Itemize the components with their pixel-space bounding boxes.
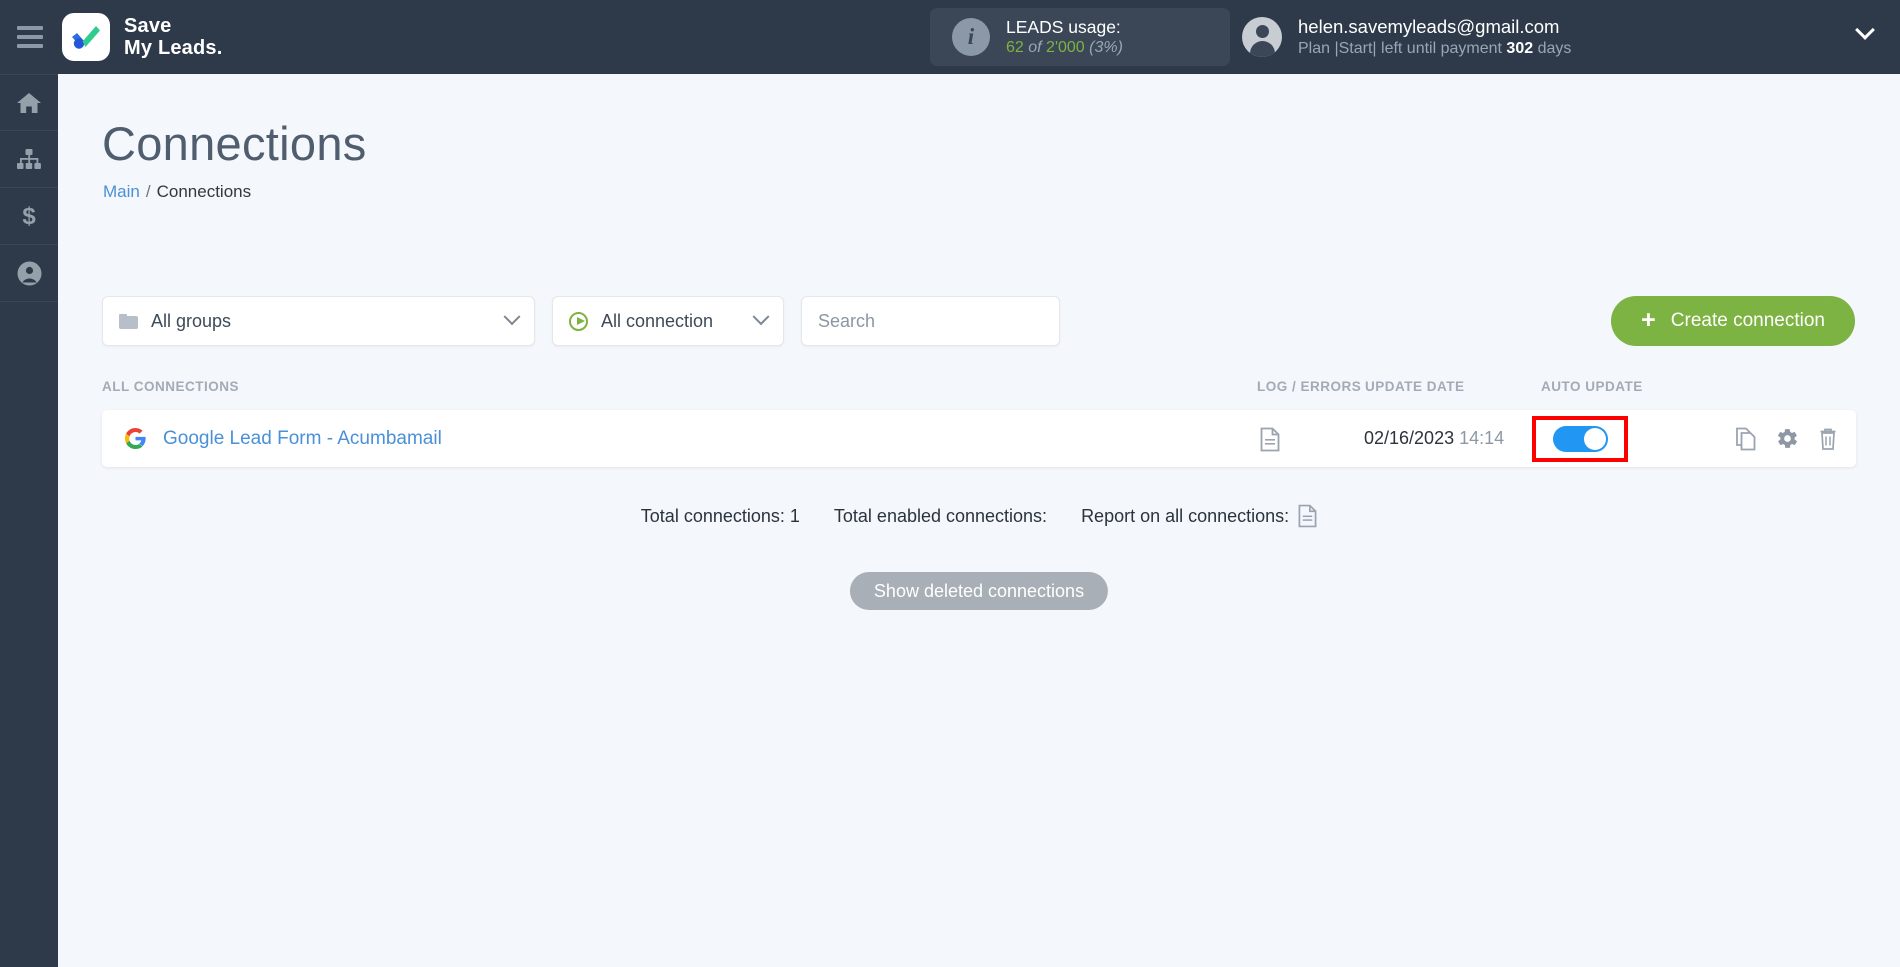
brand-logo-area[interactable]: Save My Leads. [62,13,223,61]
sidebar-item-profile[interactable] [0,245,58,302]
hamburger-menu-icon[interactable] [0,0,60,74]
breadcrumb-link-main[interactable]: Main [103,182,140,201]
connection-filter-select[interactable]: All connection [552,296,784,346]
user-circle-icon [17,261,42,286]
dollar-icon: $ [20,203,38,229]
left-sidebar: $ [0,74,58,967]
total-enabled-connections-label: Total enabled connections: [833,505,1048,526]
breadcrumb-current: Connections [156,182,252,201]
breadcrumb: Main / Connections [103,182,251,202]
hamburger-bar [17,26,43,30]
folder-icon [119,313,138,329]
play-circle-icon [569,311,588,331]
brand-name: Save My Leads. [124,15,223,60]
groups-filter-select[interactable]: All groups [102,296,535,346]
report-document-icon[interactable] [1298,504,1317,528]
leads-usage-panel[interactable]: i LEADS usage: 62 of 2'000 (3%) [930,8,1230,66]
breadcrumb-separator: / [145,182,151,201]
plus-icon: + [1641,305,1656,334]
row-update-date: 02/16/2023 14:14 [1364,428,1504,449]
totals-row: Total connections: 1 Total enabled conne… [58,504,1900,528]
leads-used: 62 [1006,38,1024,56]
account-text: helen.savemyleads@gmail.com Plan |Start|… [1298,15,1571,60]
report-on-all-connections: Report on all connections: [1081,504,1317,528]
row-date-value: 02/16/2023 [1364,428,1455,448]
show-deleted-connections-button[interactable]: Show deleted connections [849,572,1109,610]
plan-days-suffix: days [1537,39,1572,57]
trash-icon[interactable] [1818,427,1838,451]
leads-percent: (3%) [1089,38,1123,56]
gear-icon[interactable] [1776,427,1799,450]
filters-row: All groups All connection [102,296,1060,346]
table-header: ALL CONNECTIONS LOG / ERRORS UPDATE DATE… [102,379,1856,405]
user-avatar-icon [1242,17,1282,57]
brand-line-1: Save [124,14,172,37]
savemyleads-logo-icon [62,13,110,61]
create-connection-button[interactable]: + Create connection [1611,296,1855,346]
create-connection-label: Create connection [1670,310,1825,331]
row-actions [1735,410,1838,467]
report-label: Report on all connections: [1081,505,1290,526]
column-header-log-errors: LOG / ERRORS [1257,379,1362,394]
sidebar-item-connections[interactable] [0,131,58,188]
main-content: Connections Main / Connections All groups … [58,74,1900,967]
chevron-down-icon [503,308,521,326]
groups-filter-value: All groups [151,310,232,331]
search-input[interactable] [801,296,1060,346]
page-title: Connections [102,117,367,170]
leads-usage-values: 62 of 2'000 (3%) [1006,38,1123,58]
column-header-all-connections: ALL CONNECTIONS [102,379,240,394]
home-icon [16,91,42,115]
top-header-bar: Save My Leads. i LEADS usage: 62 of 2'00… [0,0,1900,74]
hamburger-bar [17,44,43,48]
sidebar-item-home[interactable] [0,74,58,131]
row-log-document-icon[interactable] [1260,427,1280,457]
connection-filter-value: All connection [601,310,714,331]
leads-of-word: of [1028,38,1042,56]
chevron-down-icon [752,308,770,326]
leads-total: 2'000 [1046,38,1085,56]
account-plan-info: Plan |Start| left until payment 302 days [1298,39,1571,60]
google-icon [124,427,147,450]
brand-line-2: My Leads. [124,37,223,59]
sitemap-icon [15,147,43,171]
connection-name-text: Google Lead Form - Acumbamail [163,427,442,449]
column-header-auto-update: AUTO UPDATE [1541,379,1643,394]
account-panel[interactable]: helen.savemyleads@gmail.com Plan |Start|… [1242,8,1571,66]
plan-days-value: 302 [1506,39,1534,57]
hamburger-bar [17,35,43,39]
total-connections-label: Total connections: 1 [640,505,800,526]
svg-text:$: $ [22,203,36,229]
plan-prefix: Plan |Start| left until payment [1298,39,1502,57]
row-time-value: 14:14 [1459,428,1505,448]
column-header-update-date: UPDATE DATE [1365,379,1465,394]
account-email: helen.savemyleads@gmail.com [1298,15,1560,37]
table-row: Google Lead Form - Acumbamail 02/16/2023… [102,410,1856,467]
connection-name-link[interactable]: Google Lead Form - Acumbamail [124,410,442,467]
auto-update-toggle[interactable] [1552,426,1608,452]
leads-usage-text: LEADS usage: 62 of 2'000 (3%) [1006,16,1123,59]
sidebar-item-billing[interactable]: $ [0,188,58,245]
info-icon: i [952,18,990,56]
auto-update-toggle-highlight [1532,416,1628,462]
copy-icon[interactable] [1735,427,1757,451]
leads-usage-label: LEADS usage: [1006,16,1121,37]
